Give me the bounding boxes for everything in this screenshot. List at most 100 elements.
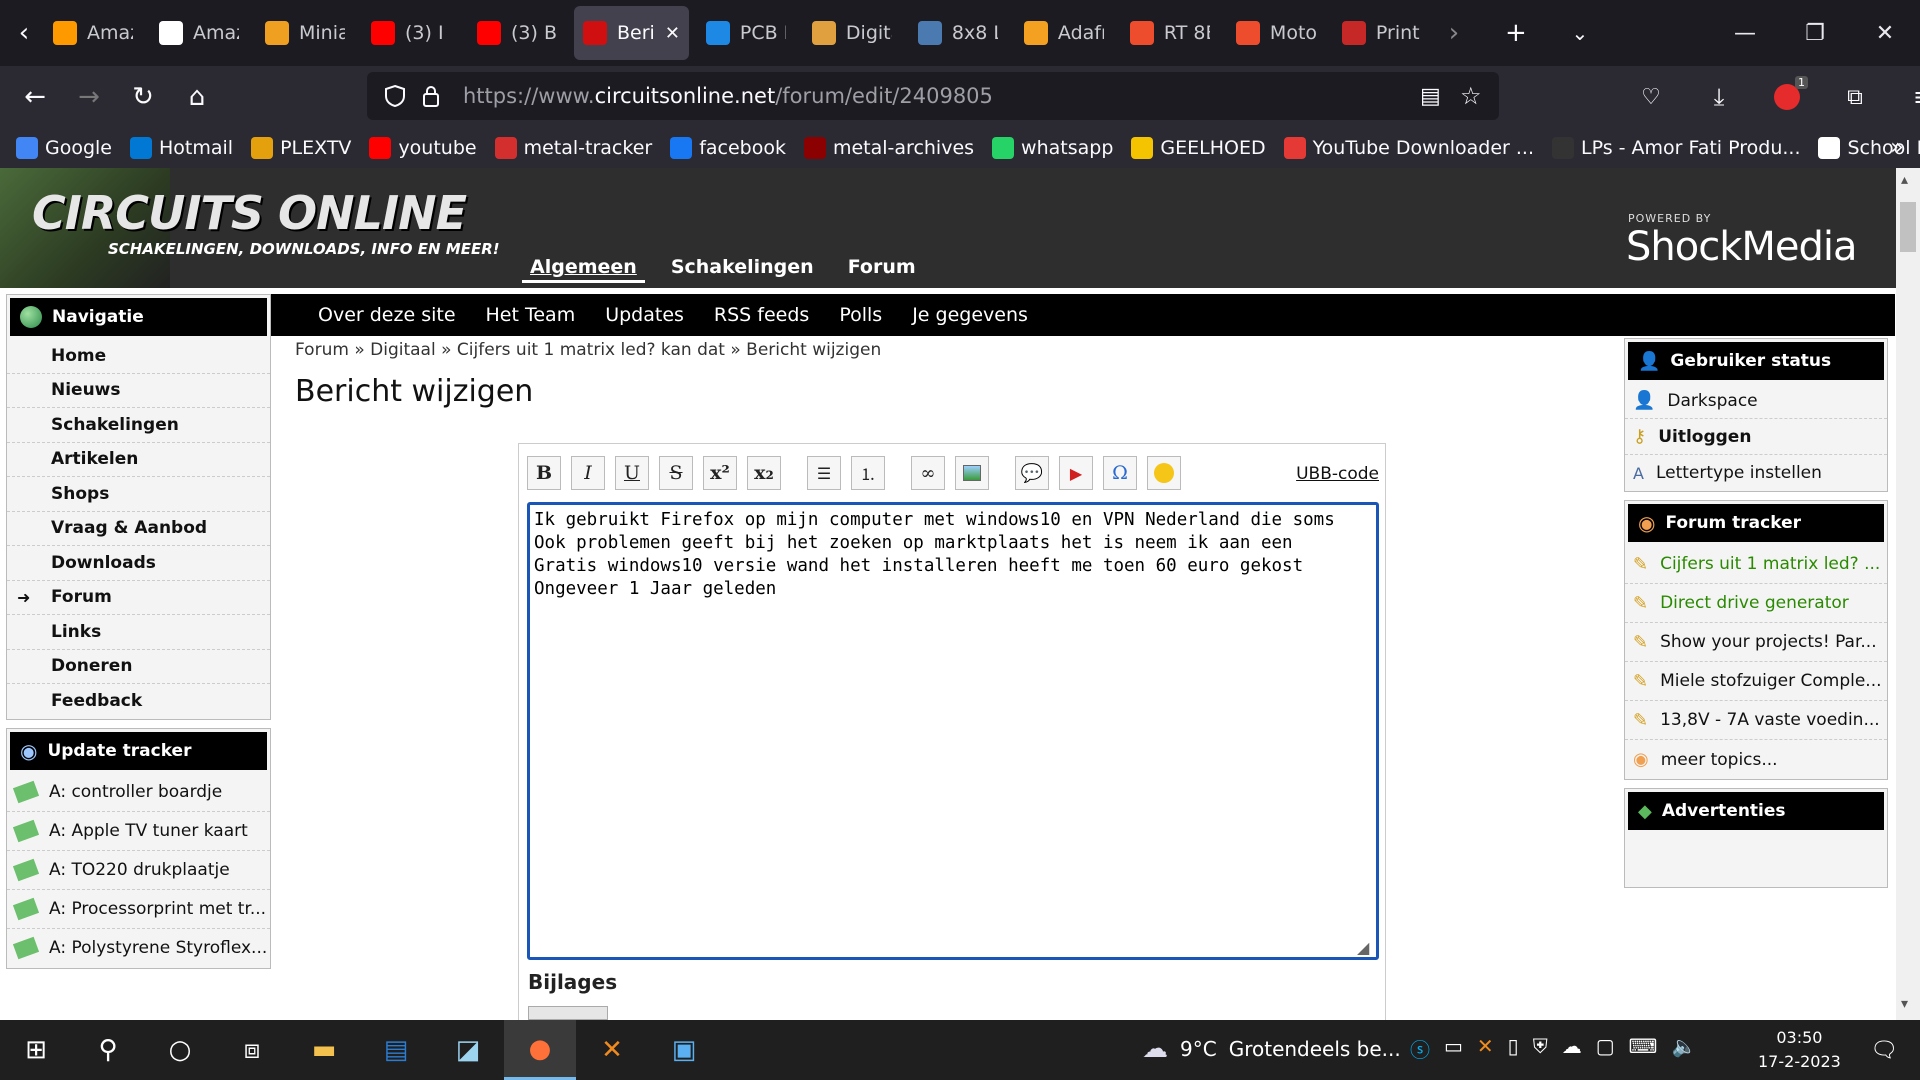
ubb-code-link[interactable]: UBB-code <box>1296 464 1379 484</box>
sidebar-item-nieuws[interactable]: Nieuws <box>7 374 270 408</box>
cortana-icon[interactable]: ○ <box>144 1020 216 1080</box>
breadcrumb-forum[interactable]: Forum <box>295 340 349 360</box>
reload-icon[interactable]: ↻ <box>120 74 166 120</box>
close-window-icon[interactable]: ✕ <box>1850 0 1920 66</box>
subnav-updates[interactable]: Updates <box>605 304 684 326</box>
resize-handle-icon[interactable]: ◢ <box>1357 938 1369 957</box>
bookmarks-overflow-icon[interactable]: » <box>1874 124 1920 170</box>
browser-tab[interactable]: 8x8 LE <box>909 6 1007 60</box>
url-bar[interactable]: https://www.circuitsonline.net/forum/edi… <box>367 72 1499 120</box>
breadcrumb-topic[interactable]: Cijfers uit 1 matrix led? kan dat <box>457 340 725 360</box>
sidebar-item-home[interactable]: Home <box>7 339 270 374</box>
update-tracker-item[interactable]: A: Apple TV tuner kaart <box>7 812 270 851</box>
bookmark-plextv[interactable]: PLEXTV <box>251 137 351 159</box>
sidebar-item-downloads[interactable]: Downloads <box>7 546 270 581</box>
skype-icon[interactable]: ⓢ <box>1410 1034 1430 1063</box>
document-app-icon[interactable]: ▤ <box>360 1020 432 1080</box>
subnav-je-gegevens[interactable]: Je gegevens <box>912 304 1028 326</box>
tracking-shield-icon[interactable] <box>383 83 407 109</box>
sidebar-item-doneren[interactable]: Doneren <box>7 650 270 684</box>
sidebar-item-vraag-aanbod[interactable]: Vraag & Aanbod <box>7 512 270 546</box>
image-button[interactable] <box>955 456 989 490</box>
downloads-icon[interactable]: ⤓ <box>1696 74 1742 120</box>
browser-tab[interactable]: (3) Bu <box>468 6 566 60</box>
logout-item[interactable]: ⚷ Uitloggen <box>1625 419 1887 455</box>
system-clock[interactable]: 03:50 17-2-2023 <box>1758 1026 1841 1074</box>
numbered-list-button[interactable]: ⒈ <box>851 456 885 490</box>
browser-tab[interactable]: Print I <box>1333 6 1431 60</box>
topnav-schakelingen[interactable]: Schakelingen <box>663 254 822 283</box>
forum-tracker-item[interactable]: ✎ Miele stofzuiger Comple... <box>1625 662 1887 701</box>
defender-shield-icon[interactable]: ⛨ <box>1533 1034 1548 1063</box>
sidebar-item-artikelen[interactable]: Artikelen <box>7 443 270 477</box>
underline-button[interactable]: U <box>615 456 649 490</box>
adblock-icon[interactable]: 1 <box>1764 74 1810 120</box>
forward-icon[interactable]: → <box>66 74 112 120</box>
sidebar-item-forum[interactable]: ➜ Forum <box>7 581 270 615</box>
sidebar-item-shops[interactable]: Shops <box>7 477 270 512</box>
bookmark-metal-archives[interactable]: metal-archives <box>803 137 974 159</box>
notifications-icon[interactable]: 🗨 <box>1848 1020 1920 1080</box>
smiley-button[interactable] <box>1147 456 1181 490</box>
browser-tab[interactable]: Motor <box>1227 6 1325 60</box>
new-tab-icon[interactable]: + <box>1493 10 1539 56</box>
upload-button[interactable] <box>528 1006 608 1020</box>
site-logo[interactable]: CIRCUITS ONLINE <box>32 186 467 240</box>
home-icon[interactable]: ⌂ <box>174 74 220 120</box>
search-icon[interactable]: ⚲ <box>72 1020 144 1080</box>
special-chars-button[interactable]: Ω <box>1103 456 1137 490</box>
italic-button[interactable]: I <box>571 456 605 490</box>
photo-app-icon[interactable]: ▣ <box>648 1020 720 1080</box>
topnav-algemeen[interactable]: Algemeen <box>522 254 645 283</box>
update-tracker-item[interactable]: A: TO220 drukplaatje <box>7 851 270 890</box>
bookmark-youtube[interactable]: youtube <box>369 137 477 159</box>
video-button[interactable]: ▶ <box>1059 456 1093 490</box>
back-icon[interactable]: ← <box>12 74 58 120</box>
scrollbar-thumb[interactable] <box>1900 202 1916 252</box>
breadcrumb-digitaal[interactable]: Digitaal <box>370 340 436 360</box>
browser-tab[interactable]: Adafru <box>1015 6 1113 60</box>
browser-tab[interactable]: Beri ✕ <box>574 6 689 60</box>
volume-icon[interactable]: 🔈 <box>1671 1034 1696 1063</box>
forum-tracker-item[interactable]: ✎ Show your projects! Par... <box>1625 623 1887 662</box>
onedrive-icon[interactable]: ☁ <box>1562 1034 1582 1063</box>
bookmark-star-icon[interactable]: ☆ <box>1460 82 1482 110</box>
page-scrollbar[interactable]: ▴ ▾ <box>1896 168 1920 1020</box>
bold-button[interactable]: B <box>527 456 561 490</box>
windows-start-icon[interactable]: ⊞ <box>0 1020 72 1080</box>
file-explorer-icon[interactable]: ▬ <box>288 1020 360 1080</box>
bookmark-geelhoed[interactable]: GEELHOED <box>1131 137 1266 159</box>
superscript-button[interactable]: x² <box>703 456 737 490</box>
message-textarea[interactable]: Ik gebruikt Firefox op mijn computer met… <box>527 502 1379 960</box>
more-topics-link[interactable]: ◉ meer topics... <box>1625 740 1887 779</box>
browser-tab[interactable]: PCB P <box>697 6 795 60</box>
update-tracker-item[interactable]: A: Processorprint met tr... <box>7 890 270 929</box>
forum-tracker-item[interactable]: ✎ 13,8V - 7A vaste voedin... <box>1625 701 1887 740</box>
browser-tab[interactable]: RT 8B <box>1121 6 1219 60</box>
bookmark-whatsapp[interactable]: whatsapp <box>992 137 1113 159</box>
network-icon[interactable]: ⌨ <box>1629 1034 1658 1063</box>
browser-tab[interactable]: (3) I B <box>362 6 460 60</box>
browser-tab[interactable]: Amaz <box>150 6 248 60</box>
restore-icon[interactable]: ❐ <box>1780 0 1850 66</box>
scroll-down-arrow-icon[interactable]: ▾ <box>1901 996 1908 1012</box>
subscript-button[interactable]: x₂ <box>747 456 781 490</box>
update-tracker-item[interactable]: A: Polystyrene Styroflex... <box>7 929 270 968</box>
sponsor-logo[interactable]: ShockMedia <box>1626 224 1858 270</box>
update-tracker-item[interactable]: A: controller boardje <box>7 773 270 812</box>
link-button[interactable]: ∞ <box>911 456 945 490</box>
firefox-taskbar-icon[interactable]: ● <box>504 1020 576 1080</box>
wd-icon[interactable]: ▭ <box>1444 1034 1463 1063</box>
bullet-list-button[interactable]: ☰ <box>807 456 841 490</box>
lock-icon[interactable] <box>421 83 441 109</box>
bookmark-google[interactable]: Google <box>16 137 112 159</box>
topnav-forum[interactable]: Forum <box>840 254 924 283</box>
pocket-icon[interactable]: ♡ <box>1628 74 1674 120</box>
close-tab-icon[interactable]: ✕ <box>665 23 680 44</box>
weather-widget[interactable]: ☁ 9°C Grotendeels be... <box>1142 1034 1401 1064</box>
forum-tracker-item[interactable]: ✎ Direct drive generator <box>1625 584 1887 623</box>
quote-button[interactable]: 💬 <box>1015 456 1049 490</box>
reader-view-icon[interactable]: ▤ <box>1420 84 1441 109</box>
forum-tracker-item[interactable]: ✎ Cijfers uit 1 matrix led? ... <box>1625 545 1887 584</box>
bookmark-lps-amor-fati-produ[interactable]: LPs - Amor Fati Produ... <box>1552 137 1800 159</box>
